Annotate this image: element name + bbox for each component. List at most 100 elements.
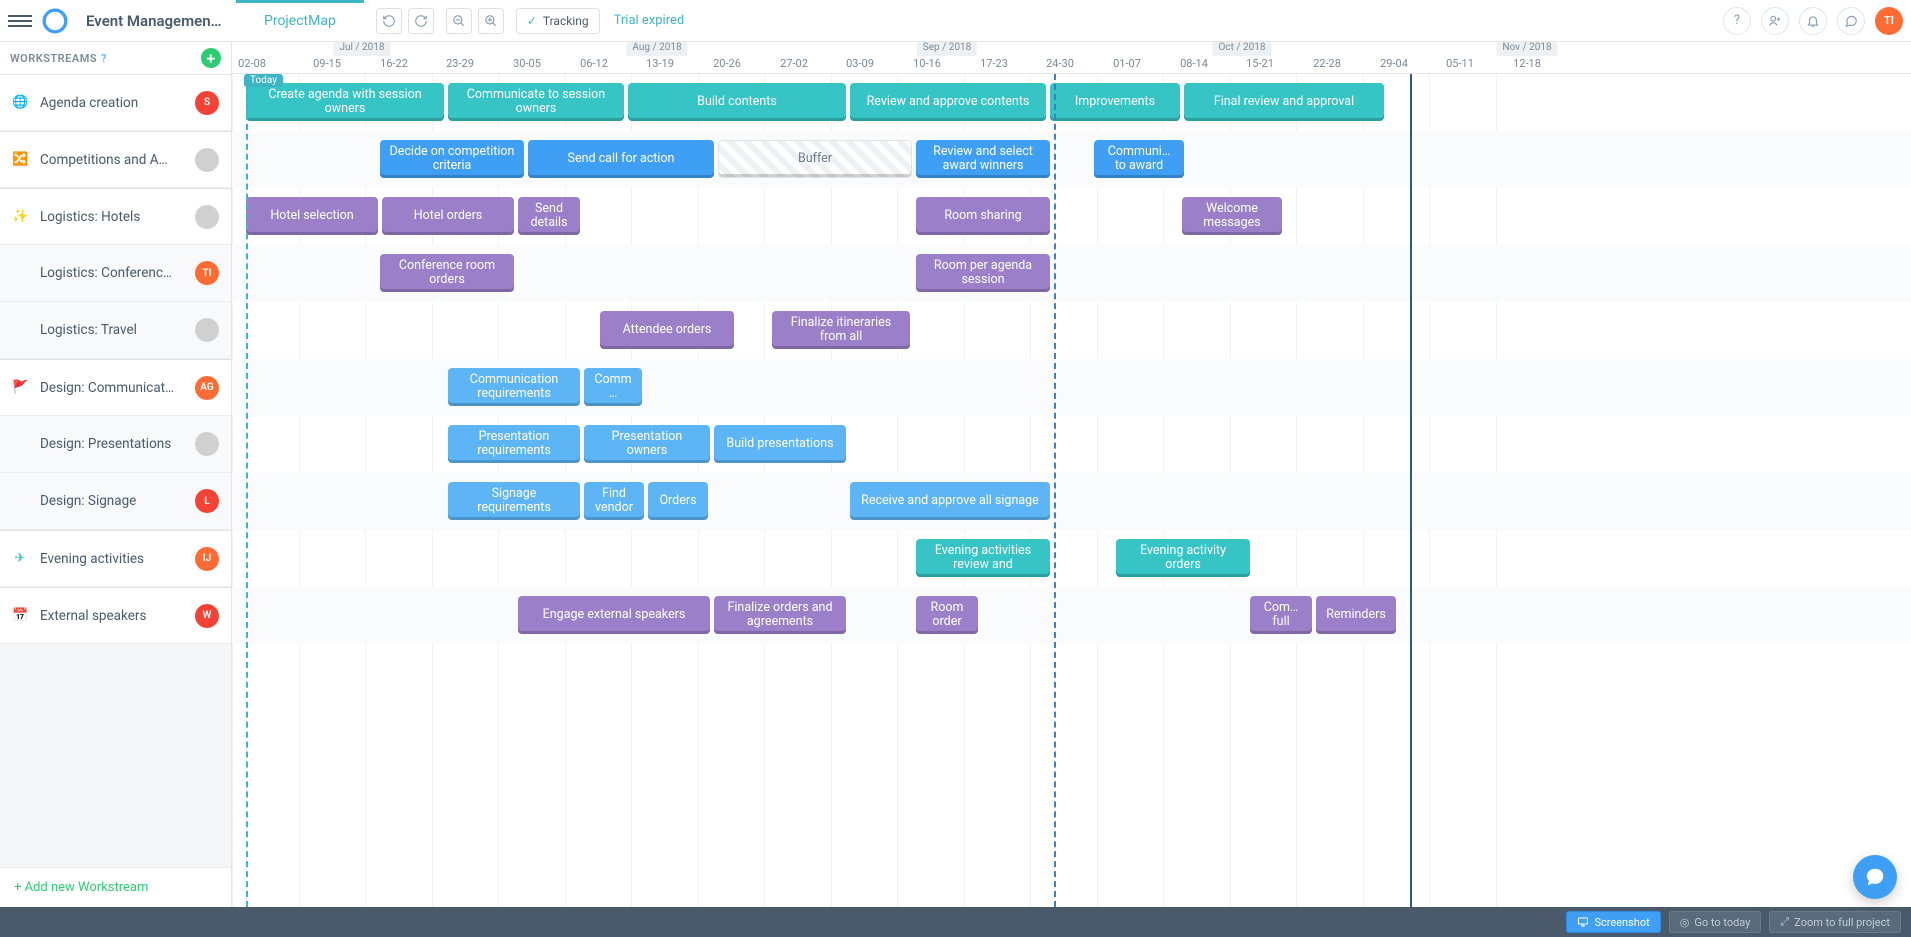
go-to-today-button[interactable]: ◎ Go to today [1669,911,1762,933]
project-title[interactable]: Event Managemen… [86,12,236,30]
task-bar[interactable]: Find vendor [584,482,644,520]
task-bar[interactable]: Final review and approval [1184,83,1384,121]
redo-button[interactable] [408,8,434,34]
task-bar[interactable]: Receive and approve all signage [850,482,1050,520]
workstream-avatar[interactable] [195,432,219,456]
zoom-full-button[interactable]: ⤢ Zoom to full project [1769,911,1901,933]
task-bar[interactable]: Send call for action [528,140,714,178]
hamburger-icon[interactable] [8,9,32,33]
task-bar[interactable]: Decide on competition criteria [380,140,524,178]
week-label: 05-11 [1446,57,1474,70]
task-bar[interactable]: Presentation owners [584,425,710,463]
workstream-avatar[interactable] [195,318,219,342]
workstream-row[interactable]: 📅External speakersW [0,587,231,644]
zoom-out-button[interactable] [446,8,472,34]
workstream-avatar[interactable] [195,148,219,172]
task-bar[interactable]: Welcome messages [1182,197,1282,235]
today-badge[interactable]: Today [244,74,283,87]
workstream-row[interactable]: Design: Presentations [0,416,231,473]
workstream-avatar[interactable]: W [195,604,219,628]
workstream-label: Logistics: Conferenc… [40,265,183,281]
notifications-button[interactable] [1799,7,1827,35]
task-bar[interactable]: Comm … [584,368,642,406]
workstream-row[interactable]: Logistics: Conferenc… TI [0,245,231,302]
add-workstream-link[interactable]: + Add new Workstream [0,867,231,907]
workstream-avatar[interactable]: S [195,91,219,115]
task-bar[interactable]: Build presentations [714,425,846,463]
workstream-label: Logistics: Hotels [40,209,183,225]
add-workstream-button[interactable]: + [201,48,221,68]
workstream-label: Competitions and A… [40,152,183,168]
task-bar[interactable]: Reminders [1316,596,1396,634]
week-label: 16-22 [380,57,408,70]
week-label: 03-09 [846,57,874,70]
workstream-icon: 🌐 [12,95,28,110]
screenshot-button[interactable]: Screenshot [1566,911,1660,933]
week-label: 02-08 [238,57,266,70]
workstream-avatar[interactable]: TI [195,261,219,285]
footer: Screenshot ◎ Go to today ⤢ Zoom to full … [0,907,1911,937]
user-avatar[interactable]: TI [1875,7,1903,35]
workstream-label: Design: Signage [40,493,183,509]
marker-line[interactable] [1054,74,1056,907]
task-bar[interactable]: Hotel selection [246,197,378,235]
workstream-row[interactable]: ✈ Evening activities IJ [0,530,231,587]
task-bar[interactable]: Orders [648,482,708,520]
task-bar[interactable]: Hotel orders [382,197,514,235]
timeline-body[interactable]: Create agenda with session ownersCommuni… [232,74,1911,907]
task-bar[interactable]: Finalize itineraries from all [772,311,910,349]
workstream-row[interactable]: Design: Signage L [0,473,231,530]
workstream-row[interactable]: Logistics: Travel [0,302,231,359]
task-bar[interactable]: Attendee orders [600,311,734,349]
workstream-avatar[interactable]: IJ [195,547,219,571]
workstream-row[interactable]: 🔀 Competitions and A… [0,131,231,188]
task-bar[interactable]: Room order [916,596,978,634]
task-bar[interactable]: Finalize orders and agreements [714,596,846,634]
workstream-row[interactable]: 🌐Agenda creationS [0,74,231,131]
task-bar[interactable]: Buffer [718,140,912,178]
task-bar[interactable]: Communi… to award [1094,140,1184,178]
task-bar[interactable]: Build contents [628,83,846,121]
task-bar[interactable]: Create agenda with session owners [246,83,444,121]
help-button[interactable]: ? [1723,7,1751,35]
workstream-label: Evening activities [40,551,183,567]
workstream-icon: ✨ [12,209,28,224]
task-bar[interactable]: Improvements [1050,83,1180,121]
workstream-row[interactable]: ✨ Logistics: Hotels [0,188,231,245]
workstream-avatar[interactable] [195,205,219,229]
task-bar[interactable]: Com… full [1250,596,1312,634]
workstream-avatar[interactable]: AG [195,376,219,400]
task-bar[interactable]: Engage external speakers [518,596,710,634]
undo-button[interactable] [376,8,402,34]
task-bar[interactable]: Send details [518,197,580,235]
task-bar[interactable]: Evening activity orders [1116,539,1250,577]
week-label: 20-26 [713,57,741,70]
task-bar[interactable]: Signage requirements [448,482,580,520]
zoom-in-button[interactable] [478,8,504,34]
task-bar[interactable]: Evening activities review and [916,539,1050,577]
tracking-button[interactable]: ✓Tracking [516,8,600,34]
timeline[interactable]: 02-0809-1516-2223-2930-0506-1213-1920-26… [232,42,1911,907]
tab-projectmap[interactable]: ProjectMap [236,0,364,42]
workstream-icon: ✈ [12,551,28,566]
workstreams-header: WORKSTREAMS ? + [0,42,231,74]
week-label: 22-28 [1313,57,1341,70]
task-bar[interactable]: Conference room orders [380,254,514,292]
task-bar[interactable]: Communication requirements [448,368,580,406]
help-icon[interactable]: ? [101,52,107,65]
task-bar[interactable]: Presentation requirements [448,425,580,463]
task-bar[interactable]: Room sharing [916,197,1050,235]
go-today-label: Go to today [1694,916,1750,929]
trial-expired-label[interactable]: Trial expired [614,13,685,28]
chat-bubble[interactable] [1853,855,1897,899]
workstream-row[interactable]: 🚩Design: Communicat…AG [0,359,231,416]
task-bar[interactable]: Review and approve contents [850,83,1046,121]
comments-button[interactable] [1837,7,1865,35]
workstream-avatar[interactable]: L [195,489,219,513]
end-marker[interactable] [1410,74,1412,907]
invite-button[interactable] [1761,7,1789,35]
task-bar[interactable]: Review and select award winners [916,140,1050,178]
workstream-icon: 🔀 [12,152,28,167]
task-bar[interactable]: Room per agenda session [916,254,1050,292]
task-bar[interactable]: Communicate to session owners [448,83,624,121]
